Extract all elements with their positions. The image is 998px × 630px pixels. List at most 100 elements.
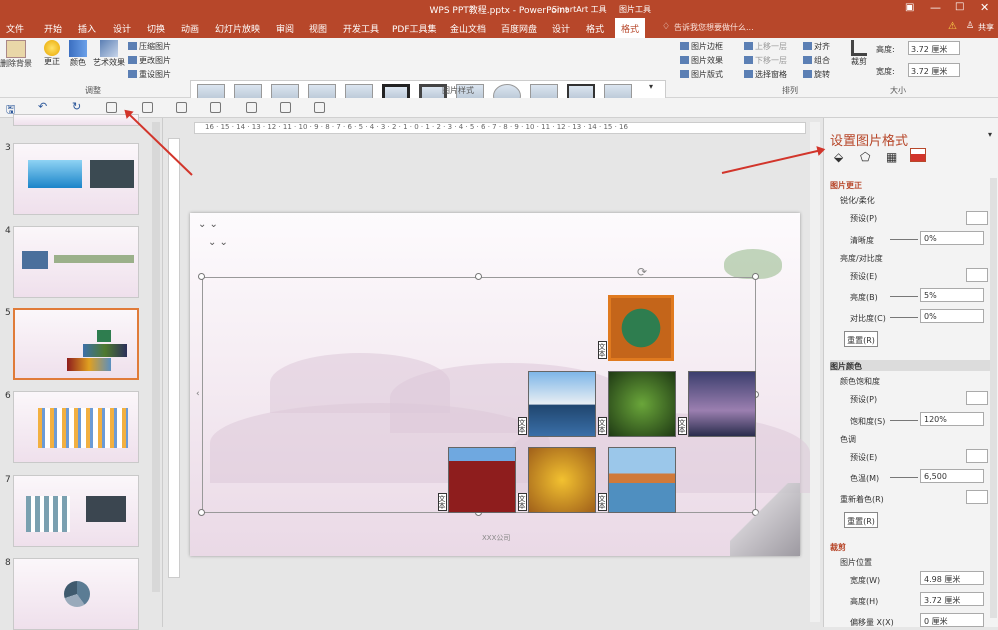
color-button[interactable]: 颜色 [66, 40, 90, 68]
picture-effects-button[interactable]: 图片效果 [680, 55, 723, 66]
chart-icon[interactable] [176, 102, 187, 113]
text-placeholder[interactable]: 文本 [598, 341, 607, 359]
recolor-dropdown[interactable] [966, 490, 988, 504]
fill-line-icon[interactable]: ⬙ [834, 150, 843, 164]
temperature-slider[interactable] [890, 477, 918, 478]
compress-pictures-button[interactable]: 压缩图片 [128, 41, 171, 52]
align-button[interactable]: 对齐 [803, 41, 830, 52]
resize-handle[interactable] [198, 273, 205, 280]
resize-handle[interactable] [198, 509, 205, 516]
send-backward-button[interactable]: 下移一层 [744, 55, 787, 66]
mount-fuji-photo[interactable] [528, 371, 596, 437]
artistic-effects-button[interactable]: 艺术效果 [92, 40, 126, 68]
autumn-lake-photo[interactable] [608, 447, 676, 513]
new-slide-icon[interactable] [106, 102, 117, 113]
picture-border-button[interactable]: 图片边框 [680, 41, 723, 52]
text-placeholder[interactable]: 文本 [438, 493, 447, 511]
tab-baidu-pan[interactable]: 百度网盘 [501, 22, 537, 35]
change-picture-button[interactable]: 更改图片 [128, 55, 171, 66]
expand-text-pane-icon[interactable]: ‹ [196, 389, 200, 399]
slide-thumbnail-3[interactable] [13, 143, 139, 215]
sharpness-input[interactable]: 0% [920, 231, 984, 245]
picture-layout-button[interactable]: 图片版式 [680, 69, 723, 80]
brightness-slider[interactable] [890, 296, 918, 297]
share-icon[interactable]: ♙ [966, 21, 974, 31]
height-input[interactable]: 3.72 厘米 [908, 41, 960, 55]
saturation-preset-dropdown[interactable] [966, 391, 988, 405]
crop-height-input[interactable]: 3.72 厘米 [920, 592, 984, 606]
sharpness-preset-dropdown[interactable] [966, 211, 988, 225]
crop-header[interactable]: 裁剪 [830, 542, 846, 553]
text-placeholder[interactable]: 文本 [518, 417, 527, 435]
contrast-input[interactable]: 0% [920, 309, 984, 323]
selection-pane-button[interactable]: 选择窗格 [744, 69, 787, 80]
reset-correction-button[interactable]: 重置(R) [844, 331, 878, 347]
bring-forward-button[interactable]: 上移一层 [744, 41, 787, 52]
picture-icon[interactable] [910, 148, 926, 162]
warning-icon[interactable]: ⚠ [948, 21, 957, 32]
effects-pentagon-icon[interactable]: ⬠ [860, 150, 870, 164]
slide-thumbnail-5[interactable] [13, 308, 139, 380]
text-placeholder[interactable]: 文本 [598, 417, 607, 435]
tab-transitions[interactable]: 切换 [147, 22, 165, 35]
text-placeholder[interactable]: 文本 [678, 417, 687, 435]
editor-scrollbar[interactable] [810, 122, 820, 622]
red-building-photo[interactable] [448, 447, 516, 513]
ribbon-display-icon[interactable]: ▣ [905, 2, 914, 13]
slide-thumbnail-2[interactable] [13, 114, 139, 126]
tell-me-box[interactable]: 告诉我您想要做什么... [674, 22, 754, 33]
reset-color-button[interactable]: 重置(R) [844, 512, 878, 528]
table-icon[interactable] [210, 102, 221, 113]
tab-slideshow[interactable]: 幻灯片放映 [215, 22, 260, 35]
tab-developer[interactable]: 开发工具 [343, 22, 379, 35]
saturation-input[interactable]: 120% [920, 412, 984, 426]
yellow-leaf-photo[interactable] [528, 447, 596, 513]
group-button[interactable]: 组合 [803, 55, 830, 66]
offset-x-input[interactable]: 0 厘米 [920, 613, 984, 627]
share-button[interactable]: 共享 [978, 22, 994, 33]
resize-handle[interactable] [752, 273, 759, 280]
tab-kingsoft-docs[interactable]: 金山文档 [450, 22, 486, 35]
crop-width-input[interactable]: 4.98 厘米 [920, 571, 984, 585]
maximize-icon[interactable]: □ [955, 1, 964, 12]
tab-pdf-tools[interactable]: PDF工具集 [392, 22, 437, 35]
sharpness-slider[interactable] [890, 239, 918, 240]
city-night-photo[interactable] [688, 371, 756, 437]
saturation-slider[interactable] [890, 420, 918, 421]
tab-review[interactable]: 审阅 [276, 22, 294, 35]
picture-color-header[interactable]: 图片颜色 [830, 361, 862, 372]
size-properties-icon[interactable]: ▦ [886, 150, 897, 164]
zoom-icon[interactable] [246, 102, 257, 113]
tab-insert[interactable]: 插入 [78, 22, 96, 35]
green-leaf-photo[interactable] [608, 371, 676, 437]
brightness-input[interactable]: 5% [920, 288, 984, 302]
tab-smartart-design[interactable]: 设计 [552, 22, 570, 35]
tab-picture-format[interactable]: 格式 [615, 18, 646, 38]
undo-icon[interactable]: ↶ [38, 100, 47, 113]
rotate-button[interactable]: 旋转 [803, 69, 830, 80]
rotate-handle-icon[interactable]: ⟳ [637, 265, 647, 279]
text-placeholder[interactable]: 文本 [518, 493, 527, 511]
pane-scrollbar[interactable] [990, 178, 997, 618]
thumbnails-scrollbar[interactable] [152, 122, 160, 592]
slide-thumbnail-6[interactable] [13, 391, 139, 463]
contrast-slider[interactable] [890, 317, 918, 318]
resize-handle[interactable] [475, 273, 482, 280]
correct-button[interactable]: 更正 [40, 40, 64, 67]
tab-home[interactable]: 开始 [44, 22, 62, 35]
crop-button[interactable]: 裁剪 [848, 40, 870, 67]
tab-smartart-format[interactable]: 格式 [586, 22, 604, 35]
slide-thumbnail-8[interactable] [13, 558, 139, 630]
tone-preset-dropdown[interactable] [966, 449, 988, 463]
brightness-preset-dropdown[interactable] [966, 268, 988, 282]
tab-animations[interactable]: 动画 [181, 22, 199, 35]
screenshot-icon[interactable] [142, 102, 153, 113]
temperature-input[interactable]: 6,500 [920, 469, 984, 483]
close-icon[interactable]: ✕ [980, 1, 989, 14]
picture-correction-header[interactable]: 图片更正 [830, 180, 862, 191]
minimize-icon[interactable]: — [930, 1, 941, 14]
gallery-more-icon[interactable]: ▾ [649, 82, 653, 91]
remove-background-button[interactable]: 删除背景 [0, 40, 32, 69]
tab-view[interactable]: 视图 [309, 22, 327, 35]
reset-picture-button[interactable]: 重设图片 [128, 69, 171, 80]
